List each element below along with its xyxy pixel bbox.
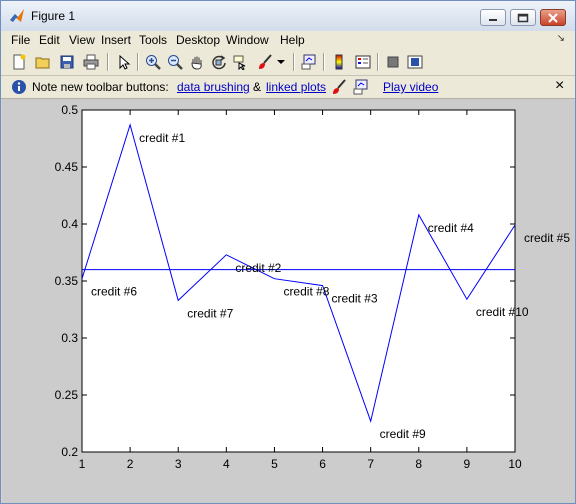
toolbar-separator [377,53,379,71]
point-label: credit #5 [524,231,570,245]
maximize-button[interactable] [510,9,536,26]
close-notice-button[interactable]: × [555,77,564,95]
axes-background [81,109,516,453]
play-video-link[interactable]: Play video [383,80,438,94]
x-tick-label: 5 [271,457,278,471]
menu-bar: File Edit View Insert Tools Desktop Wind… [1,31,575,49]
maximize-icon [517,13,529,22]
menu-file[interactable]: File [11,33,30,47]
title-bar[interactable]: Figure 1 [1,1,575,32]
x-tick-label: 1 [79,457,86,471]
x-tick-label: 2 [127,457,134,471]
close-icon [548,12,558,23]
save-icon[interactable] [57,52,77,72]
x-tick-label: 6 [319,457,326,471]
figure-canvas: 1 2 3 4 5 6 7 8 9 10 0.2 0.25 0.3 0.35 0.4 0.45 0.5 cred… [2,99,575,503]
menu-window[interactable]: Window [226,33,269,47]
notice-ampersand: & [253,80,262,94]
menu-insert[interactable]: Insert [101,33,131,47]
plot-axes[interactable]: 1 2 3 4 5 6 7 8 9 10 0.2 0.25 0.3 0.35 0.4 0.45 0.5 cred… [2,99,575,503]
toolbar-separator [107,53,109,71]
rotate-3d-icon[interactable] [209,52,229,72]
toolbar-separator [323,53,325,71]
data-cursor-icon[interactable] [231,52,251,72]
window-title: Figure 1 [31,9,76,23]
toolbar-separator [293,53,295,71]
point-label: credit #1 [139,131,185,145]
y-tick-label: 0.4 [61,217,78,231]
data-brushing-link[interactable]: data brushing [177,80,250,94]
x-tick-label: 3 [175,457,182,471]
y-tick-label: 0.3 [61,331,78,345]
toolbar-separator [137,53,139,71]
y-tick-label: 0.5 [61,103,78,117]
notice-text: Note new toolbar buttons: [32,80,169,94]
pointer-icon[interactable] [113,52,133,72]
hide-plot-tools-icon[interactable] [383,52,403,72]
point-label: credit #4 [428,221,474,235]
menu-help[interactable]: Help [280,33,305,47]
colorbar-icon[interactable] [329,52,349,72]
x-tick-label: 7 [367,457,374,471]
linked-plots-link[interactable]: linked plots [266,80,326,94]
notification-bar: Note new toolbar buttons: data brushing … [1,76,575,99]
menu-view[interactable]: View [69,33,95,47]
link-plot-icon[interactable] [299,52,319,72]
figure-window: Figure 1 File Edit View Insert Tools Des… [0,0,576,504]
menu-tools[interactable]: Tools [139,33,167,47]
zoom-in-icon[interactable] [143,52,163,72]
close-window-button[interactable] [540,9,566,26]
dock-arrow-icon[interactable]: ↘ [557,33,565,44]
legend-icon[interactable] [353,52,373,72]
minimize-icon [489,18,497,21]
point-label: credit #7 [187,306,233,320]
y-tick-label: 0.35 [55,274,79,288]
info-icon [12,80,26,94]
point-label: credit #9 [380,427,426,441]
matlab-logo-icon [10,9,24,22]
menu-desktop[interactable]: Desktop [176,33,220,47]
point-label: credit #2 [235,261,281,275]
minimize-button[interactable] [480,9,506,26]
y-tick-label: 0.2 [61,445,78,459]
brush-dropdown-icon[interactable] [275,52,287,72]
brush-icon[interactable] [255,52,275,72]
x-tick-label: 9 [464,457,471,471]
x-tick-label: 8 [415,457,422,471]
show-plot-tools-icon[interactable] [405,52,425,72]
point-label: credit #3 [332,292,378,306]
point-label: credit #6 [91,285,137,299]
pan-hand-icon[interactable] [187,52,207,72]
menu-edit[interactable]: Edit [39,33,60,47]
y-tick-label: 0.45 [55,160,79,174]
link-plot-icon [353,79,368,95]
x-tick-label: 4 [223,457,230,471]
point-label: credit #10 [476,305,529,319]
y-tick-label: 0.25 [55,388,79,402]
new-figure-icon[interactable] [9,52,29,72]
zoom-out-icon[interactable] [165,52,185,72]
figure-toolbar [1,49,575,76]
point-label: credit #8 [283,285,329,299]
brush-icon [333,79,346,94]
x-tick-label: 10 [508,457,522,471]
open-icon[interactable] [33,52,53,72]
print-icon[interactable] [81,52,101,72]
